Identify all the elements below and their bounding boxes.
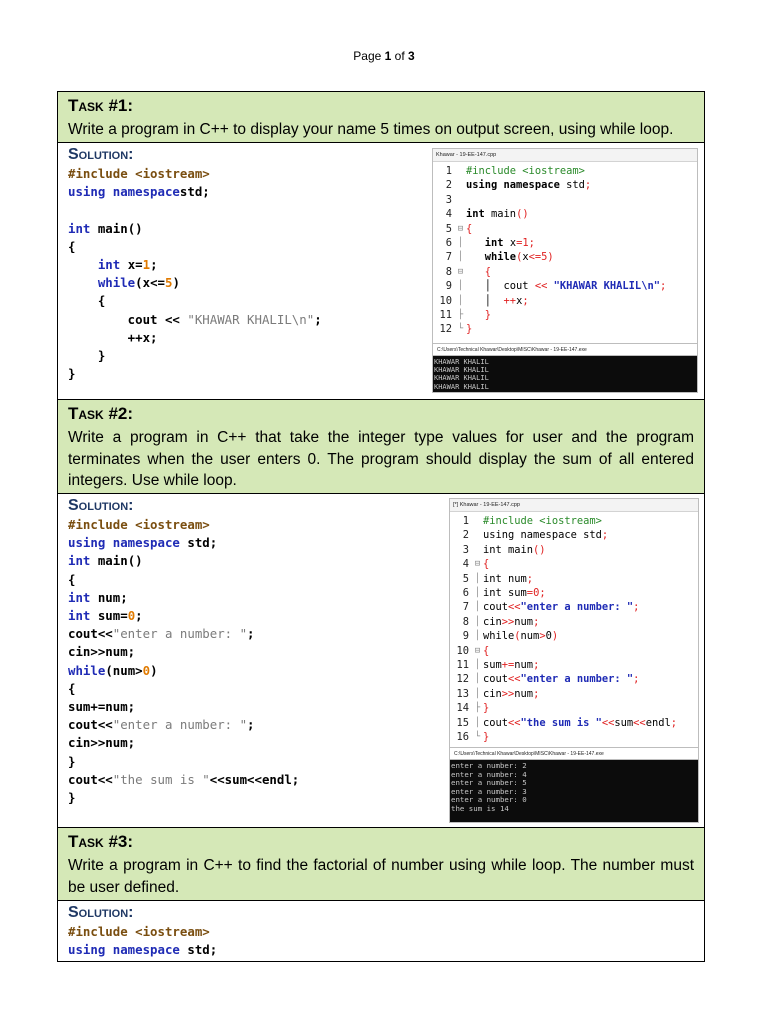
editor-tab: Khawar - 19-EE-147.cpp bbox=[433, 149, 697, 162]
code-line: int main() bbox=[68, 553, 143, 569]
console-line: KHAWAR KHALIL bbox=[434, 358, 489, 366]
task-title: Task #2: bbox=[68, 404, 134, 423]
code-line: cin>>num; bbox=[68, 735, 136, 751]
code-line: using namespacestd; bbox=[68, 184, 210, 200]
task-1-header: Task #1: Write a program in C++ to displ… bbox=[58, 92, 704, 143]
editor-line: 4 int main() bbox=[445, 208, 529, 221]
code-line: } bbox=[68, 348, 106, 364]
solution-code: #include <iostream> using namespace std; bbox=[68, 923, 217, 959]
code-line: int main() bbox=[68, 220, 143, 236]
solution-code: #include <iostream> using namespacestd; i… bbox=[68, 165, 322, 383]
code-line: cout<<"enter a number: "; bbox=[68, 717, 255, 733]
editor-line: 14 ├} bbox=[456, 702, 490, 715]
editor-line: 10 │ │ ++x; bbox=[439, 294, 529, 307]
editor-line: 8 ⊟ { bbox=[445, 265, 492, 278]
code-line: sum+=num; bbox=[68, 699, 136, 715]
code-line: { bbox=[68, 571, 76, 587]
solution-label: Solution: bbox=[68, 904, 134, 921]
editor-line: 5 │ int num; bbox=[462, 572, 534, 585]
code-line: cout << "KHAWAR KHALIL\n"; bbox=[68, 311, 322, 327]
code-line: #include <iostream> bbox=[68, 517, 210, 532]
code-line: { bbox=[68, 680, 76, 696]
task-1-solution: Solution: #include <iostream> using names… bbox=[58, 143, 704, 400]
page-number: Page 1 of 3 bbox=[353, 49, 415, 63]
ide-screenshot: [*] Khawar - 19-EE-147.cpp 1 #include <io… bbox=[449, 498, 699, 823]
code-line: cout<<"enter a number: "; bbox=[68, 626, 255, 642]
code-line: { bbox=[68, 238, 76, 254]
task-question: Write a program in C++ to find the facto… bbox=[68, 857, 694, 896]
task-title: Task #1: bbox=[68, 96, 134, 115]
editor-line: 1 #include <iostream> bbox=[462, 515, 602, 527]
console-output: enter a number: 2 enter a number: 4 enter … bbox=[450, 760, 698, 822]
editor-line: 6 │ int x=1; bbox=[445, 237, 535, 250]
solution-label: Solution: bbox=[68, 146, 134, 163]
editor-line: 6 │ int sum=0; bbox=[462, 587, 546, 600]
code-line: #include <iostream> bbox=[68, 166, 210, 181]
editor-line: 7 │ cout<<"enter a number: "; bbox=[462, 601, 640, 614]
code-line: ++x; bbox=[68, 329, 158, 345]
console-titlebar: C:\Users\Technical Khawar\Desktop\MISC\K… bbox=[450, 747, 698, 760]
solution-code: #include <iostream> using namespace std; i… bbox=[68, 516, 299, 807]
editor-line: 9 │ │ cout << "KHAWAR KHALIL\n"; bbox=[445, 280, 667, 293]
code-line: cin>>num; bbox=[68, 644, 136, 660]
code-line: while(num>0) bbox=[68, 662, 158, 678]
console-line: the sum is 14 bbox=[451, 803, 509, 813]
editor-line: 10 ⊟{ bbox=[456, 644, 490, 657]
editor-line: 11 │ sum+=num; bbox=[456, 659, 540, 672]
console-output: KHAWAR KHALIL KHAWAR KHALIL KHAWAR KHALIL K… bbox=[433, 356, 697, 392]
code-line: using namespace std; bbox=[68, 535, 218, 551]
code-line: } bbox=[68, 753, 76, 769]
editor-line: 2 using namespace std; bbox=[445, 179, 592, 192]
console-line: KHAWAR KHALIL bbox=[434, 366, 489, 375]
editor-line: 1 #include <iostream> bbox=[445, 165, 585, 177]
code-line: int x=1; bbox=[97, 257, 158, 273]
code-line: } bbox=[68, 366, 76, 382]
task-3-solution: Solution: #include <iostream> using names… bbox=[58, 901, 704, 961]
console-line: KHAWAR KHALIL bbox=[434, 374, 489, 383]
editor-line: 15 │ cout<<"the sum is "<<sum<<endl; bbox=[456, 716, 677, 729]
task-question: Write a program in C++ that take the int… bbox=[68, 429, 694, 489]
editor-line: 12 └} bbox=[439, 323, 473, 336]
task-2-header: Task #2: Write a program in C++ that tak… bbox=[58, 400, 704, 494]
code-editor: 1 #include <iostream> 2 using namespace std… bbox=[450, 512, 698, 747]
code-line: { bbox=[68, 293, 106, 309]
editor-line: 12 │ cout<<"enter a number: "; bbox=[456, 673, 640, 686]
editor-line: 8 │ cin>>num; bbox=[462, 615, 540, 628]
code-line: while(x<=5) bbox=[97, 275, 180, 291]
editor-line: 5 ⊟{ bbox=[445, 222, 473, 235]
editor-line: 3 int main() bbox=[462, 543, 546, 556]
task-question: Write a program in C++ to display your n… bbox=[68, 121, 674, 138]
editor-tab: [*] Khawar - 19-EE-147.cpp bbox=[450, 499, 698, 512]
editor-line: 9 │ while(num>0) bbox=[462, 630, 559, 643]
task-title: Task #3: bbox=[68, 832, 134, 851]
solution-label: Solution: bbox=[68, 497, 134, 514]
ide-screenshot: Khawar - 19-EE-147.cpp 1 #include <iostre… bbox=[432, 148, 698, 393]
console-line: KHAWAR KHALIL bbox=[434, 382, 489, 391]
code-line: cout<<"the sum is "<<sum<<endl; bbox=[68, 771, 300, 787]
editor-line: 7 │ while(x<=5) bbox=[445, 251, 554, 264]
code-line: int sum=0; bbox=[68, 608, 143, 624]
tasks-table: Task #1: Write a program in C++ to displ… bbox=[57, 91, 705, 962]
code-line: } bbox=[68, 790, 76, 806]
editor-line: 2 using namespace std; bbox=[462, 529, 609, 542]
code-line: #include <iostream> bbox=[68, 924, 210, 939]
editor-line: 16 └} bbox=[456, 731, 490, 744]
task-2-solution: Solution: #include <iostream> using names… bbox=[58, 494, 704, 828]
code-editor: 1 #include <iostream> 2 using namespace std… bbox=[433, 162, 697, 343]
console-line: KHAWAR KHALIL bbox=[434, 391, 696, 392]
editor-line: 4 ⊟{ bbox=[462, 558, 490, 571]
editor-line: 11 ├ } bbox=[439, 309, 492, 322]
code-line: using namespace std; bbox=[68, 942, 218, 958]
console-titlebar: C:\Users\Technical Khawar\Desktop\MISC\K… bbox=[433, 343, 697, 356]
task-3-header: Task #3: Write a program in C++ to find … bbox=[58, 828, 704, 901]
code-line: int num; bbox=[68, 589, 128, 605]
editor-line: 13 │ cin>>num; bbox=[456, 687, 540, 700]
editor-line: 3 bbox=[445, 193, 452, 206]
